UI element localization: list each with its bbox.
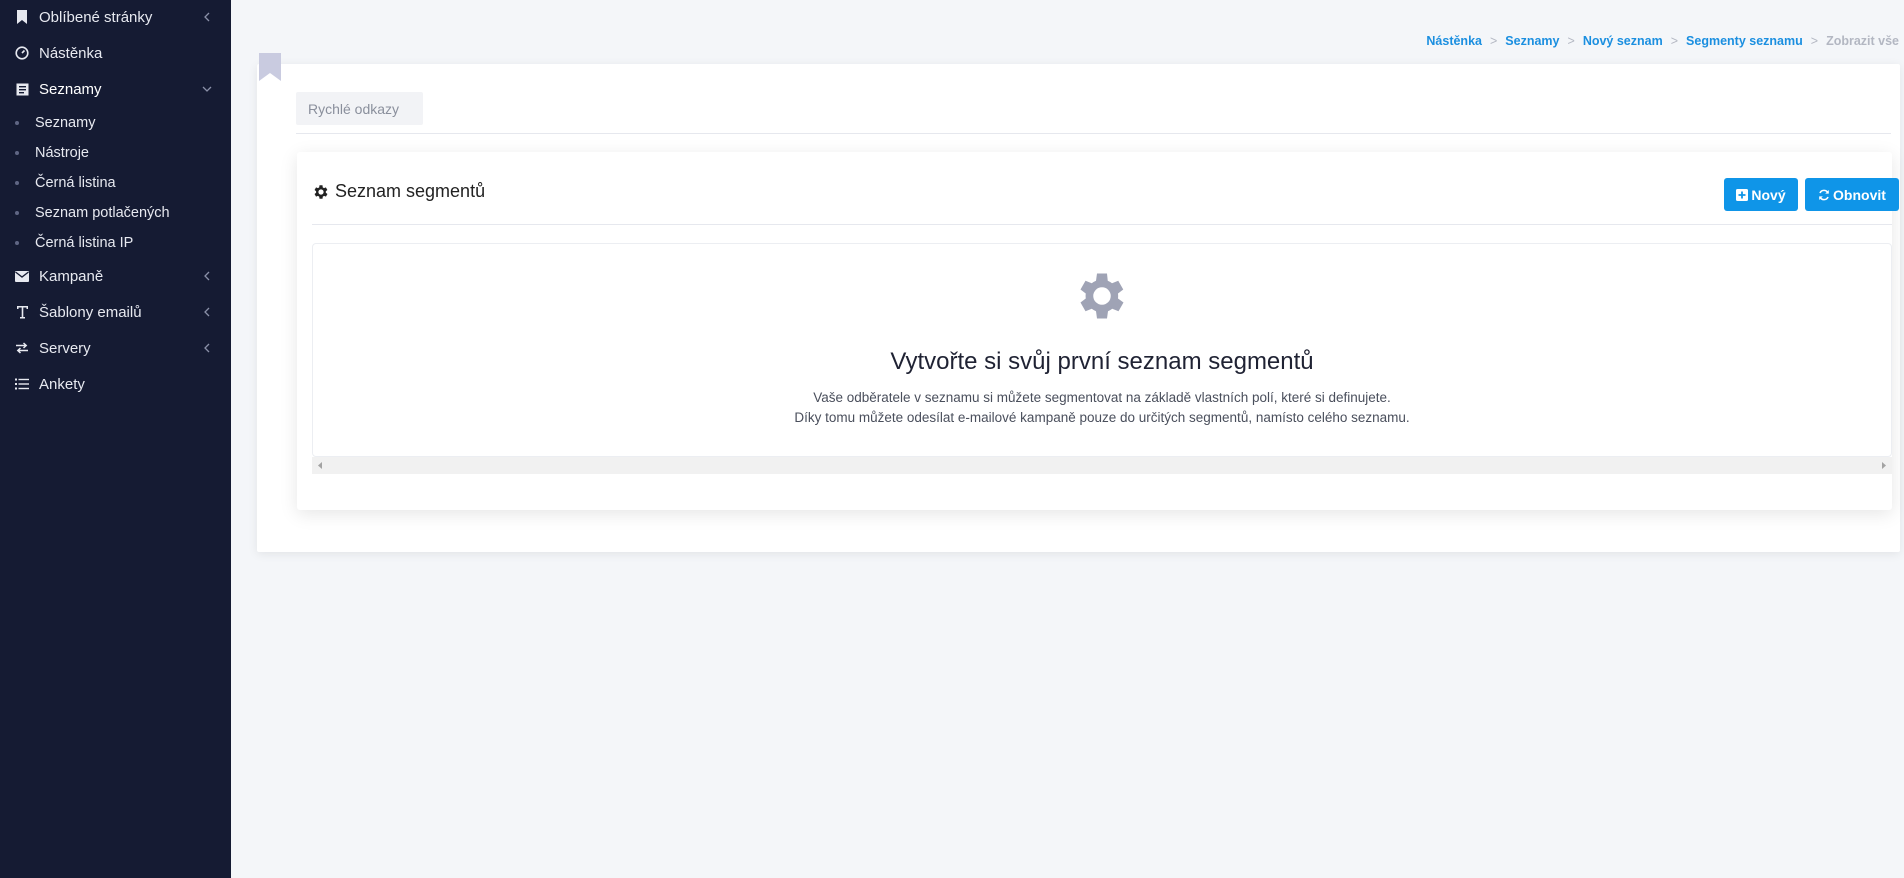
- sidebar-item-label: Kampaně: [39, 268, 104, 285]
- divider: [312, 224, 1892, 225]
- sidebar-item-email-templates[interactable]: Šablony emailů: [0, 297, 231, 327]
- gear-icon: [314, 184, 328, 199]
- breadcrumb-current: Zobrazit vše: [1826, 34, 1899, 48]
- main-content: Nástěnka > Seznamy > Nový seznam > Segme…: [231, 0, 1904, 878]
- empty-state-text: Vaše odběratele v seznamu si můžete segm…: [813, 390, 1391, 405]
- sidebar-item-surveys[interactable]: Ankety: [0, 369, 231, 399]
- breadcrumb: Nástěnka > Seznamy > Nový seznam > Segme…: [1426, 34, 1899, 48]
- sidebar-subitem-label: Černá listina: [35, 175, 116, 191]
- breadcrumb-separator: >: [1489, 34, 1498, 48]
- bullet-icon: [15, 181, 19, 185]
- sidebar-item-label: Oblíbené stránky: [39, 9, 153, 26]
- section-title: Seznam segmentů: [312, 181, 485, 202]
- sidebar-subitem-label: Seznamy: [35, 115, 96, 131]
- sidebar-item-label: Ankety: [39, 376, 85, 393]
- sidebar-item-label: Seznamy: [39, 81, 102, 98]
- sidebar-item-label: Šablony emailů: [39, 304, 142, 321]
- gear-icon: [1080, 273, 1124, 319]
- sidebar-subitem-ip-blacklist[interactable]: Černá listina IP: [0, 230, 231, 256]
- sidebar-subitem-blacklist[interactable]: Černá listina: [0, 170, 231, 196]
- divider: [296, 133, 1891, 134]
- sidebar-item-label: Servery: [39, 340, 91, 357]
- empty-state: Vytvořte si svůj první seznam segmentů V…: [312, 243, 1892, 457]
- chevron-left-icon: [201, 305, 213, 319]
- text-icon: [14, 304, 30, 320]
- envelope-icon: [14, 268, 30, 284]
- breadcrumb-dashboard[interactable]: Nástěnka: [1426, 34, 1482, 48]
- segments-panel: Seznam segmentů Nový Obnovit Vytvořte si…: [297, 152, 1899, 510]
- breadcrumb-new-list[interactable]: Nový seznam: [1583, 34, 1663, 48]
- breadcrumb-list-segments[interactable]: Segmenty seznamu: [1686, 34, 1803, 48]
- bullet-icon: [15, 151, 19, 155]
- list-book-icon: [14, 81, 30, 97]
- breadcrumb-separator: >: [1670, 34, 1679, 48]
- new-segment-button[interactable]: Nový: [1724, 178, 1798, 211]
- new-segment-button-label: Nový: [1751, 186, 1786, 203]
- sidebar-item-servers[interactable]: Servery: [0, 333, 231, 363]
- breadcrumb-lists[interactable]: Seznamy: [1505, 34, 1559, 48]
- sidebar-item-dashboard[interactable]: Nástěnka: [0, 38, 231, 68]
- bullet-icon: [15, 241, 19, 245]
- bullet-icon: [15, 211, 19, 215]
- sidebar-subitem-label: Černá listina IP: [35, 235, 134, 251]
- refresh-icon: [1819, 189, 1829, 200]
- refresh-button[interactable]: Obnovit: [1805, 178, 1899, 211]
- empty-state-text: Díky tomu můžete odesílat e-mailové kamp…: [794, 410, 1410, 425]
- list-icon: [14, 376, 30, 392]
- sidebar: Oblíbené stránky Nástěnka Seznamy Seznam…: [0, 0, 231, 878]
- exchange-icon: [14, 340, 30, 356]
- section-title-text: Seznam segmentů: [335, 181, 486, 201]
- refresh-button-label: Obnovit: [1833, 186, 1886, 203]
- sidebar-item-lists[interactable]: Seznamy: [0, 74, 231, 104]
- plus-square-icon: [1736, 188, 1749, 201]
- quick-links-tab[interactable]: Rychlé odkazy: [296, 92, 423, 125]
- sidebar-subitem-tools[interactable]: Nástroje: [0, 140, 231, 166]
- scroll-right-icon[interactable]: [1875, 457, 1892, 474]
- bookmark-icon: [14, 9, 30, 25]
- scroll-left-icon[interactable]: [312, 457, 329, 474]
- chevron-left-icon: [201, 269, 213, 283]
- breadcrumb-separator: >: [1810, 34, 1819, 48]
- chevron-down-icon: [201, 82, 213, 96]
- page-card: Rychlé odkazy Seznam segmentů Nový Obnov…: [257, 64, 1900, 552]
- bullet-icon: [15, 121, 19, 125]
- sidebar-subitem-suppressed[interactable]: Seznam potlačených: [0, 200, 231, 226]
- sidebar-subitem-label: Seznam potlačených: [35, 205, 170, 221]
- bookmark-icon[interactable]: [259, 53, 281, 81]
- chevron-left-icon: [201, 10, 213, 24]
- sidebar-subitem-label: Nástroje: [35, 145, 89, 161]
- sidebar-item-campaigns[interactable]: Kampaně: [0, 261, 231, 291]
- sidebar-subitem-lists[interactable]: Seznamy: [0, 110, 231, 136]
- empty-state-title: Vytvořte si svůj první seznam segmentů: [890, 348, 1314, 375]
- breadcrumb-separator: >: [1567, 34, 1575, 48]
- dashboard-icon: [14, 45, 30, 61]
- sidebar-item-label: Nástěnka: [39, 45, 103, 62]
- sidebar-item-favorites[interactable]: Oblíbené stránky: [0, 2, 231, 32]
- chevron-left-icon: [201, 341, 213, 355]
- horizontal-scrollbar[interactable]: [312, 457, 1892, 474]
